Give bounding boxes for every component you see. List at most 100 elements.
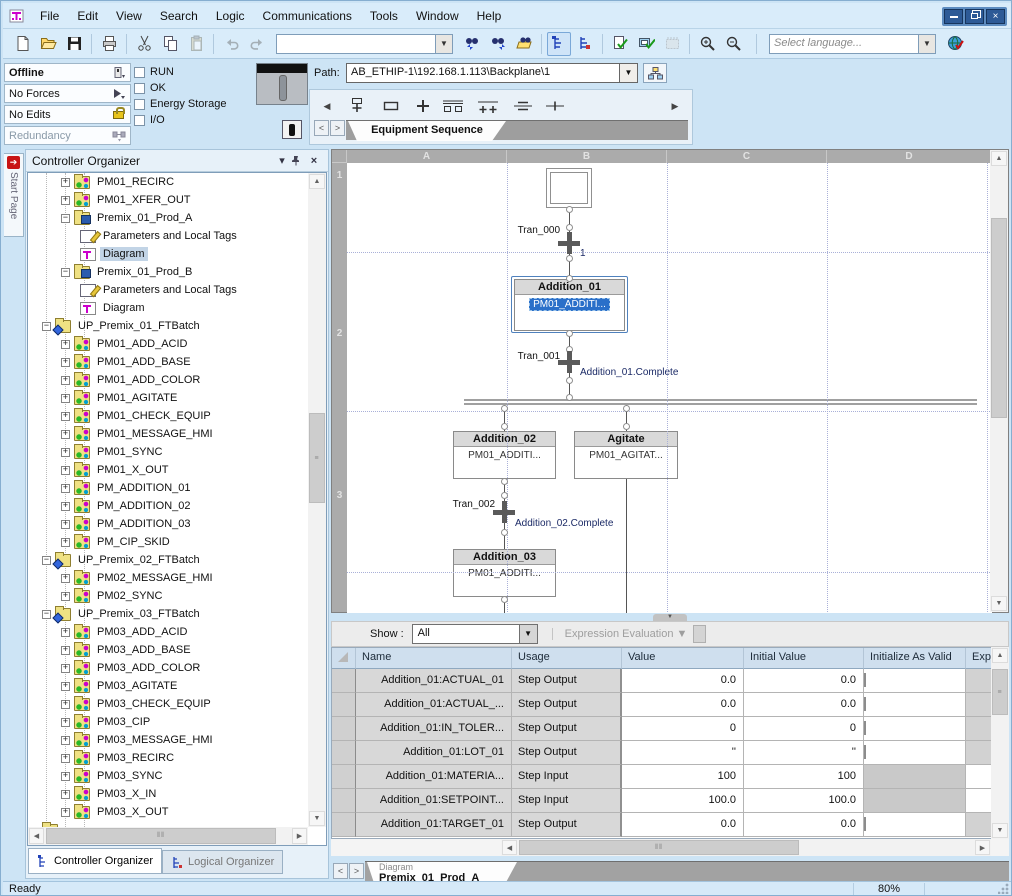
tree-item-pm03-add-color[interactable]: +PM03_ADD_COLOR <box>28 659 308 677</box>
tree-item-pm01-recirc[interactable]: +PM01_RECIRC <box>28 173 308 191</box>
scroll-up-icon[interactable]: ▲ <box>992 648 1008 663</box>
tab-scroll-right-button[interactable]: > <box>330 120 345 136</box>
transition-name[interactable]: Tran_002 <box>415 499 495 510</box>
transition-cross-icon[interactable] <box>493 501 515 523</box>
tree-horizontal-scrollbar[interactable]: ◀ ▶ ⦀⦀ <box>28 827 308 845</box>
checkbox-unchecked[interactable] <box>864 721 866 735</box>
cell-name[interactable]: Addition_01:TARGET_01 <box>356 813 512 837</box>
tree-expander[interactable]: + <box>61 502 70 511</box>
cell-name[interactable]: Addition_01:ACTUAL_01 <box>356 669 512 693</box>
tree-item-pm01-message-hmi[interactable]: +PM01_MESSAGE_HMI <box>28 425 308 443</box>
editor-tab-scroll-left-button[interactable]: < <box>333 863 348 879</box>
transition-name[interactable]: Tran_000 <box>480 225 560 236</box>
sfc-step-transition-button[interactable] <box>344 96 370 116</box>
menu-tools[interactable]: Tools <box>361 5 407 27</box>
find-in-button[interactable] <box>512 32 536 56</box>
column-header-value[interactable]: Value <box>622 648 744 669</box>
pin-icon[interactable] <box>290 155 306 166</box>
tree-expander[interactable]: + <box>61 790 70 799</box>
tree-expander[interactable]: + <box>61 520 70 529</box>
tree-expander[interactable]: + <box>61 718 70 727</box>
forces-status-box[interactable]: No Forces <box>4 84 131 103</box>
step-agitate[interactable]: Agitate PM01_AGITAT... <box>574 431 678 479</box>
tree-expander[interactable]: − <box>61 268 70 277</box>
tree-expander[interactable]: + <box>61 538 70 547</box>
checkbox-unchecked[interactable] <box>864 697 866 711</box>
save-button[interactable] <box>62 32 86 56</box>
checkbox-unchecked[interactable] <box>864 673 866 687</box>
menu-search[interactable]: Search <box>151 5 207 27</box>
tree-item-pm03-add-base[interactable]: +PM03_ADD_BASE <box>28 641 308 659</box>
start-page-tab[interactable]: ➔ Start Page <box>4 153 24 237</box>
tab-scroll-left-button[interactable]: < <box>314 120 329 136</box>
redundancy-status-box[interactable]: Redundancy <box>4 126 131 145</box>
restore-button[interactable] <box>965 9 984 24</box>
scrollbar-thumb[interactable] <box>991 218 1007 418</box>
cell-value[interactable]: 0.0 <box>622 669 744 693</box>
checkbox-unchecked[interactable] <box>864 817 866 831</box>
language-dropdown-button[interactable]: ▼ <box>919 34 936 54</box>
row-selector[interactable] <box>332 669 356 693</box>
menu-help[interactable]: Help <box>468 5 511 27</box>
cell-usage[interactable]: Step Output <box>512 741 622 765</box>
menu-logic[interactable]: Logic <box>207 5 254 27</box>
path-value[interactable]: AB_ETHIP-1\192.168.1.113\Backplane\1 <box>346 63 620 83</box>
verify-controller-button[interactable] <box>634 32 658 56</box>
keyswitch-button[interactable] <box>282 120 302 139</box>
tree-item-pm03-recirc[interactable]: +PM03_RECIRC <box>28 749 308 767</box>
cell-value[interactable]: 100.0 <box>622 789 744 813</box>
cell-name[interactable]: Addition_01:ACTUAL_... <box>356 693 512 717</box>
column-header-usage[interactable]: Usage <box>512 648 622 669</box>
tree-expander[interactable]: + <box>61 772 70 781</box>
tree-item-pm01-add-color[interactable]: +PM01_ADD_COLOR <box>28 371 308 389</box>
tree-item-pm01-agitate[interactable]: +PM01_AGITATE <box>28 389 308 407</box>
tab-logical-organizer[interactable]: Logical Organizer <box>162 850 283 874</box>
verify-routine-button[interactable] <box>608 32 632 56</box>
find-previous-button[interactable] <box>460 32 484 56</box>
cell-value[interactable]: 100 <box>622 765 744 789</box>
scroll-right-icon[interactable]: ▶ <box>975 840 990 855</box>
tree-expander[interactable]: + <box>61 430 70 439</box>
scrollbar-thumb[interactable]: ≡ <box>992 669 1008 715</box>
cell-initial-value[interactable]: 0.0 <box>744 693 864 717</box>
sfc-canvas[interactable]: Tran_000 1 Addition_01 PM01_ADDITI... Tr… <box>347 163 992 614</box>
cell-expression[interactable] <box>966 669 992 693</box>
cell-value[interactable]: 0.0 <box>622 693 744 717</box>
menu-edit[interactable]: Edit <box>68 5 107 27</box>
cell-initial-value[interactable]: 100.0 <box>744 789 864 813</box>
cell-initial-value[interactable]: 0.0 <box>744 813 864 837</box>
menu-view[interactable]: View <box>107 5 151 27</box>
cell-expression[interactable] <box>966 813 992 837</box>
table-row[interactable]: Addition_01:ACTUAL_01Step Output0.00.0 <box>332 669 1008 693</box>
cell-initialize-as-valid[interactable] <box>864 717 966 741</box>
redo-button[interactable] <box>245 32 269 56</box>
tree-expander[interactable]: + <box>61 682 70 691</box>
cell-initialize-as-valid[interactable] <box>864 693 966 717</box>
tree-expander[interactable]: + <box>61 376 70 385</box>
tree-item-pm-addition-02[interactable]: +PM_ADDITION_02 <box>28 497 308 515</box>
tree-item-pm01-x-out[interactable]: +PM01_X_OUT <box>28 461 308 479</box>
sfc-selection-branch-button[interactable] <box>475 96 501 116</box>
cell-initialize-as-valid[interactable] <box>864 765 966 789</box>
cell-expression[interactable] <box>966 789 992 813</box>
sfc-selection-converge-button[interactable] <box>542 96 568 116</box>
transition-expression[interactable]: Addition_02.Complete <box>515 518 613 529</box>
tree-item-up-premix-03-ftbatch[interactable]: −UP_Premix_03_FTBatch <box>28 605 308 623</box>
build-button[interactable] <box>660 32 684 56</box>
tree-item-parameters-and-local-tags[interactable]: Parameters and Local Tags <box>28 227 308 245</box>
show-value[interactable]: All <box>412 624 520 644</box>
column-header-expre[interactable]: Expre <box>966 648 992 669</box>
print-button[interactable] <box>97 32 121 56</box>
tree-expander[interactable]: + <box>61 466 70 475</box>
scroll-down-icon[interactable]: ▼ <box>309 811 325 826</box>
tree-item-pm02-message-hmi[interactable]: +PM02_MESSAGE_HMI <box>28 569 308 587</box>
table-row[interactable]: Addition_01:SETPOINT...Step Input100.010… <box>332 789 1008 813</box>
cell-usage[interactable]: Step Output <box>512 693 622 717</box>
indicator-checkbox[interactable] <box>134 83 145 94</box>
tree-expander[interactable]: − <box>42 610 51 619</box>
tree-item-pm01-sync[interactable]: +PM01_SYNC <box>28 443 308 461</box>
find-next-button[interactable] <box>486 32 510 56</box>
cell-expression[interactable] <box>966 741 992 765</box>
row-selector[interactable] <box>332 765 356 789</box>
tree-expander[interactable]: + <box>61 358 70 367</box>
